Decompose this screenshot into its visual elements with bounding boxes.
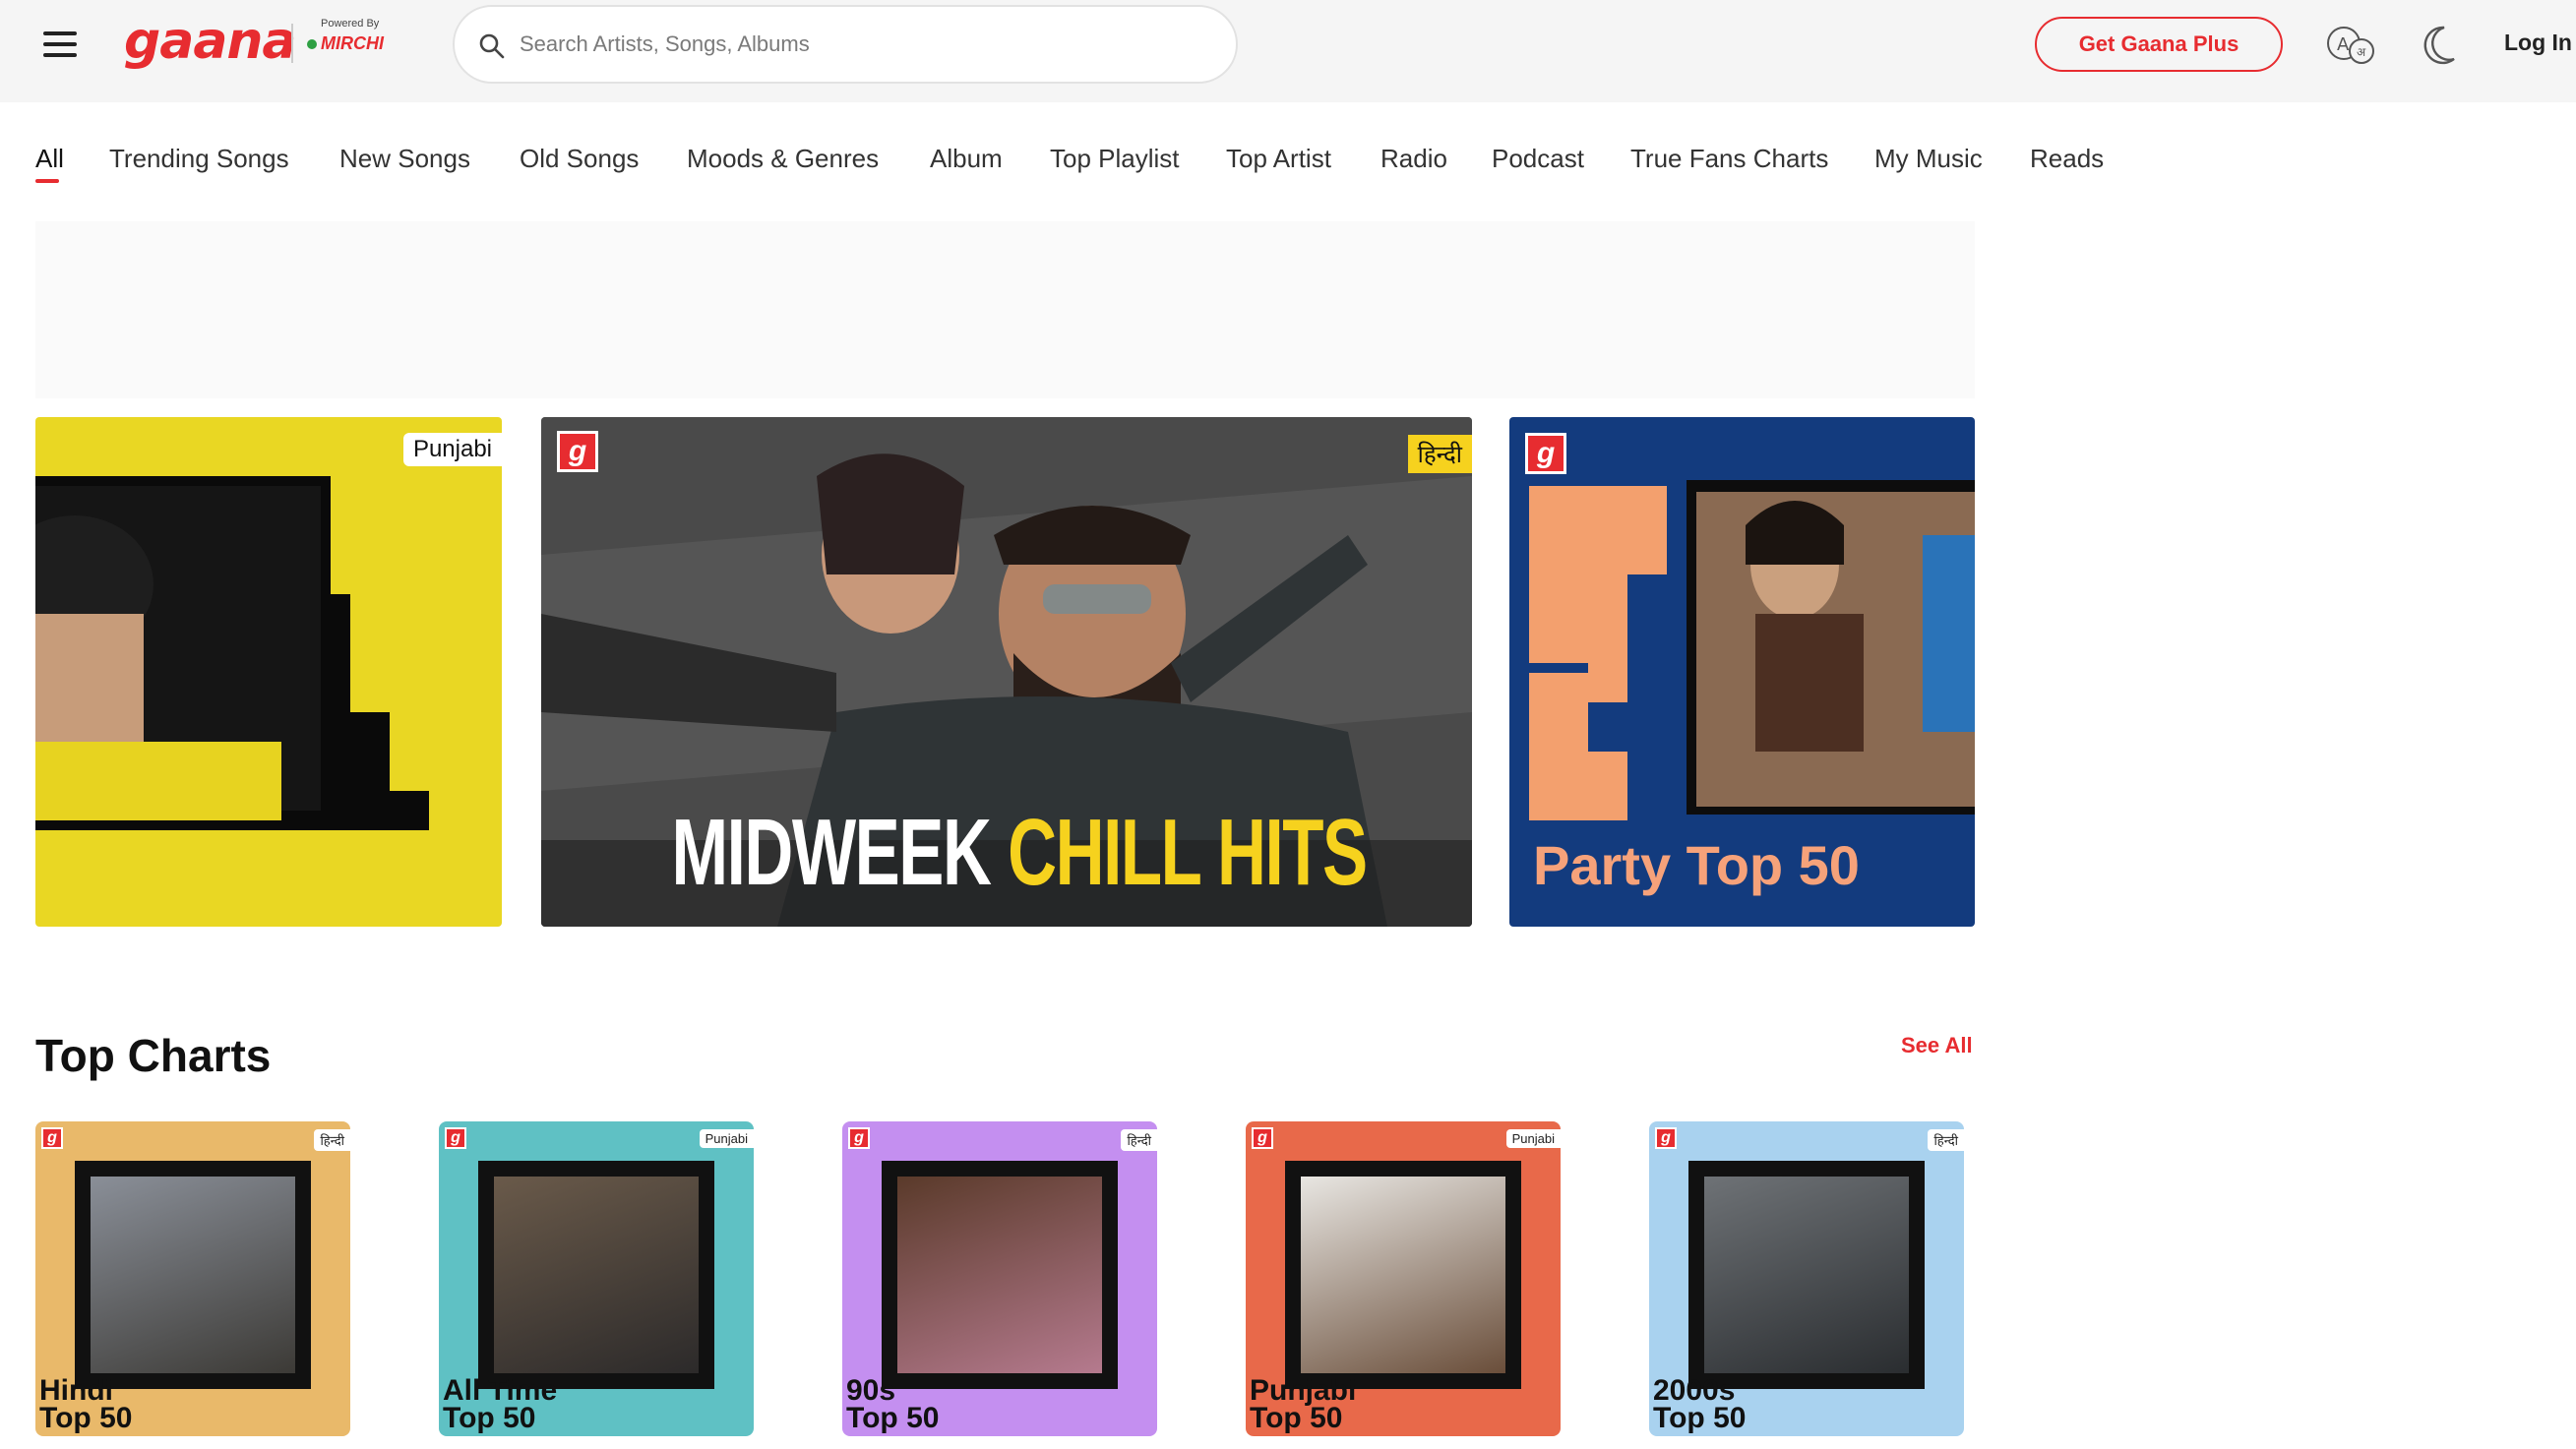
top-header: gaana Powered By MIRCHI Get Gaana Plus A… [0,0,2576,102]
see-all-link[interactable]: See All [1901,1033,1973,1058]
tab-top-playlist[interactable]: Top Playlist [1050,144,1180,174]
banner-midweek-chill-hits[interactable]: g हिन्दी MIDWEEK CHILL HITS [541,417,1472,927]
banner-party-top-50[interactable]: g Party Top 50 [1509,417,1975,927]
svg-text:अ: अ [2357,45,2366,59]
chart-card-all-time-top-50[interactable]: g Punjabi All Time Top 50 [439,1121,754,1436]
chart-card-hindi-top-50[interactable]: g हिन्दी Hindi Top 50 [35,1121,350,1436]
search-input[interactable] [520,21,1208,68]
card-title: Punjabi Top 50 [1250,1374,1357,1434]
tab-moods-genres[interactable]: Moods & Genres [687,144,879,174]
tab-reads[interactable]: Reads [2030,144,2104,174]
banner-title-white: MIDWEEK [671,800,991,905]
login-link[interactable]: Log In [2504,30,2572,56]
banner-punjabi-art [35,476,488,830]
banner-title-yellow: CHILL HITS [1008,800,1368,905]
language-badge: हिन्दी [314,1129,350,1151]
tab-all[interactable]: All [35,144,64,174]
mirchi-text: MIRCHI [321,33,384,53]
gaana-badge-icon: g [41,1127,63,1149]
card-artwork [1704,1177,1909,1373]
active-tab-indicator [35,179,59,183]
logo-text: gaana [124,12,297,71]
card-artwork [91,1177,295,1373]
card-title: All Time Top 50 [443,1374,558,1434]
language-badge: Punjabi [699,1129,754,1148]
svg-text:A: A [2337,34,2350,55]
section-title-top-charts: Top Charts [35,1030,272,1081]
tab-album[interactable]: Album [930,144,1003,174]
tab-my-music[interactable]: My Music [1874,144,1983,174]
language-icon[interactable]: A अ [2324,22,2381,69]
top-charts-row: g हिन्दी Hindi Top 50 g Punjabi All Time… [35,1121,1975,1436]
mirchi-dot-icon [307,39,317,49]
banner-punjabi[interactable]: Punjabi [35,417,502,927]
tab-old-songs[interactable]: Old Songs [520,144,639,174]
tab-trending-songs[interactable]: Trending Songs [109,144,289,174]
tab-new-songs[interactable]: New Songs [339,144,470,174]
ad-placeholder [35,221,1975,398]
language-badge: हिन्दी [1928,1129,1964,1151]
tab-true-fans-charts[interactable]: True Fans Charts [1630,144,1828,174]
card-title: 90s Top 50 [846,1374,940,1434]
gaana-badge-icon: g [848,1127,870,1149]
logo-divider [291,24,293,63]
banner-title: Party Top 50 [1533,834,1860,896]
tab-radio[interactable]: Radio [1380,144,1447,174]
featured-carousel: Punjabi g हिन्दी MIDWEEK CHILL HITS g Pa… [35,417,1975,927]
banner-title: MIDWEEK CHILL HITS [671,799,1368,907]
tab-top-artist[interactable]: Top Artist [1226,144,1331,174]
gaana-badge-icon: g [1655,1127,1677,1149]
card-artwork [897,1177,1102,1373]
dark-mode-icon[interactable] [2417,22,2460,69]
card-title: 2000s Top 50 [1653,1374,1747,1434]
language-badge: Punjabi [402,433,502,466]
tab-podcast[interactable]: Podcast [1492,144,1584,174]
menu-icon[interactable] [43,31,77,57]
gaana-badge-icon: g [557,431,598,472]
gaana-logo[interactable]: gaana [124,12,297,77]
language-badge: हिन्दी [1407,435,1472,473]
powered-by-label: Powered By [321,18,380,30]
chart-card-2000s-top-50[interactable]: g हिन्दी 2000s Top 50 [1649,1121,1964,1436]
language-badge: हिन्दी [1121,1129,1157,1151]
card-title: Hindi Top 50 [39,1374,133,1434]
search-icon [479,33,505,59]
get-gaana-plus-button[interactable]: Get Gaana Plus [2035,17,2283,72]
chart-card-90s-top-50[interactable]: g हिन्दी 90s Top 50 [842,1121,1157,1436]
gaana-badge-icon: g [1252,1127,1273,1149]
search-bar[interactable] [453,5,1238,84]
language-badge: Punjabi [1505,1129,1561,1148]
chart-card-punjabi-top-50[interactable]: g Punjabi Punjabi Top 50 [1246,1121,1561,1436]
gaana-badge-icon: g [1525,433,1566,474]
gaana-badge-icon: g [445,1127,466,1149]
card-artwork [1301,1177,1505,1373]
mirchi-logo: MIRCHI [307,33,384,54]
card-artwork [494,1177,699,1373]
